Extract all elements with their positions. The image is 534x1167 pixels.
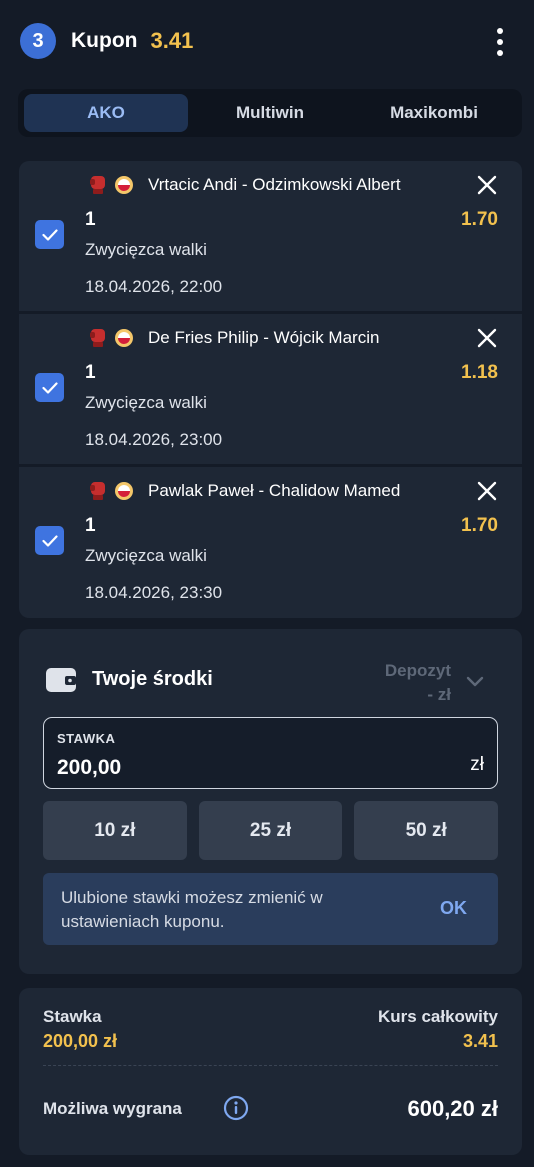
coupon-title: Kupon (71, 29, 138, 52)
bet-selection: Vrtacic Andi - Odzimkowski Albert 1 1.70… (19, 161, 522, 311)
coupon-summary: Stawka 200,00 zł Kurs całkowity 3.41 Moż… (19, 988, 522, 1155)
bet-pick: 1 (85, 515, 96, 536)
info-ok-button[interactable]: OK (440, 898, 467, 919)
bet-pick: 1 (85, 209, 96, 230)
tab-multiwin[interactable]: Multiwin (188, 94, 352, 132)
tab-maxikombi[interactable]: Maxikombi (352, 94, 516, 132)
bet-selection: De Fries Philip - Wójcik Marcin 1 1.18 Z… (19, 314, 522, 464)
match-name: De Fries Philip - Wójcik Marcin (148, 328, 380, 347)
bet-odds: 1.18 (461, 362, 498, 383)
possible-win-label: Możliwa wygrana (43, 1099, 182, 1118)
funds-panel: Twoje środki Depozyt - zł STAWKA 200,00 … (19, 629, 522, 974)
tab-ako[interactable]: AKO (24, 94, 188, 132)
bet-odds: 1.70 (461, 209, 498, 230)
close-icon[interactable] (476, 327, 498, 349)
deposit-balance: Depozyt - zł (385, 659, 451, 707)
close-icon[interactable] (476, 480, 498, 502)
bet-selections-list: Vrtacic Andi - Odzimkowski Albert 1 1.70… (19, 161, 522, 621)
stake-currency: zł (470, 754, 484, 775)
bet-type-tabs: AKO Multiwin Maxikombi (18, 89, 522, 137)
boxing-glove-icon (90, 329, 105, 347)
quick-stake-button[interactable]: 50 zł (354, 801, 499, 860)
chevron-down-icon[interactable] (466, 676, 484, 688)
stake-input-value: 200,00 (57, 756, 122, 779)
match-name: Vrtacic Andi - Odzimkowski Albert (148, 175, 401, 194)
coupon-header: 3 Kupon 3.41 (0, 0, 534, 82)
info-message: Ulubione stawki możesz zmienić w ustawie… (61, 888, 323, 931)
funds-title: Twoje środki (92, 668, 213, 690)
checkmark-icon (41, 381, 58, 394)
stake-input[interactable]: STAWKA 200,00 zł (43, 717, 498, 789)
info-icon[interactable] (223, 1095, 249, 1121)
poland-flag-icon (115, 329, 133, 347)
close-icon[interactable] (476, 174, 498, 196)
bet-market: Zwycięzca walki (85, 393, 207, 412)
stake-input-label: STAWKA (57, 731, 116, 746)
coupon-total-odds: 3.41 (150, 28, 194, 53)
summary-stake-label: Stawka (43, 1007, 102, 1026)
bet-datetime: 18.04.2026, 22:00 (85, 277, 223, 296)
quick-stake-button[interactable]: 25 zł (198, 801, 343, 860)
boxing-glove-icon (90, 482, 105, 500)
favorite-stakes-info: Ulubione stawki możesz zmienić w ustawie… (43, 873, 498, 945)
selection-count-badge: 3 (20, 23, 56, 59)
bet-selection: Pawlak Paweł - Chalidow Mamed 1 1.70 Zwy… (19, 467, 522, 618)
quick-stake-buttons: 10 zł 25 zł 50 zł (43, 801, 499, 860)
deposit-label: Depozyt (384, 661, 451, 680)
possible-win-value: 600,20 zł (407, 1096, 498, 1121)
bet-checkbox[interactable] (35, 526, 64, 555)
more-vertical-icon[interactable] (496, 28, 504, 56)
bet-datetime: 18.04.2026, 23:00 (85, 430, 223, 449)
poland-flag-icon (115, 176, 133, 194)
checkmark-icon (41, 228, 58, 241)
summary-odds-label: Kurs całkowity (378, 1007, 498, 1026)
summary-stake-value: 200,00 zł (43, 1031, 118, 1051)
boxing-glove-icon (90, 176, 105, 194)
quick-stake-button[interactable]: 10 zł (43, 801, 187, 860)
bet-datetime: 18.04.2026, 23:30 (85, 583, 223, 602)
summary-divider (43, 1065, 498, 1066)
checkmark-icon (41, 534, 58, 547)
bet-odds: 1.70 (461, 515, 498, 536)
summary-odds-value: 3.41 (462, 1031, 498, 1051)
wallet-icon (46, 668, 76, 692)
bet-checkbox[interactable] (35, 220, 64, 249)
bet-market: Zwycięzca walki (85, 546, 207, 565)
bet-pick: 1 (85, 362, 96, 383)
deposit-value: - zł (427, 685, 451, 704)
match-name: Pawlak Paweł - Chalidow Mamed (148, 481, 401, 500)
bet-market: Zwycięzca walki (85, 240, 207, 259)
bet-checkbox[interactable] (35, 373, 64, 402)
poland-flag-icon (115, 482, 133, 500)
